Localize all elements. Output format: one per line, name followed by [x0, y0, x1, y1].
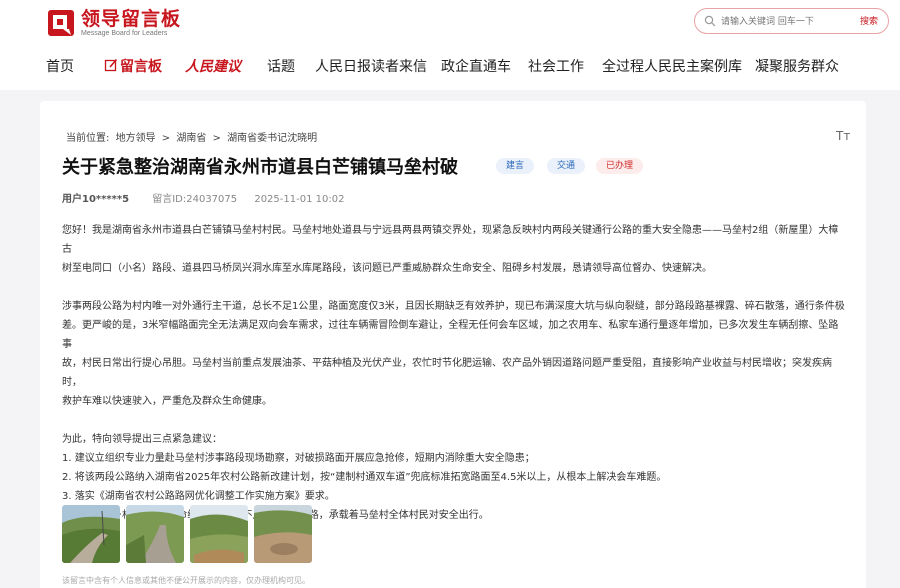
- breadcrumb-separator: >: [212, 133, 221, 144]
- text-line: 涉事两段公路为村内唯一对外通行主干道，总长不足1公里，路面宽度仅3米，且因长期缺…: [62, 301, 845, 312]
- message-meta: 用户10*****5 留言ID:24037075 2025-11-01 10:0…: [62, 190, 344, 205]
- tag-suggestion: 建言: [496, 158, 535, 174]
- breadcrumb-separator: >: [161, 133, 171, 144]
- breadcrumb: 当前位置: 地方领导 > 湖南省 > 湖南省委书记沈晓明: [66, 129, 320, 144]
- search-input[interactable]: [721, 13, 841, 30]
- photo-thumbnail[interactable]: [126, 505, 184, 563]
- nav-item-message-board[interactable]: 留言板: [104, 56, 162, 76]
- site-logo[interactable]: 领导留言板 Message Board for Leaders: [47, 7, 181, 39]
- search-icon: [704, 15, 716, 27]
- photo-thumbnail[interactable]: [254, 505, 312, 563]
- breadcrumb-label: 当前位置:: [66, 133, 110, 144]
- top-header: 领导留言板 Message Board for Leaders 搜索 首页 留言…: [0, 0, 900, 90]
- pen-icon: [104, 58, 118, 72]
- nav-item-gov-enterprise[interactable]: 政企直通车: [441, 56, 511, 76]
- breadcrumb-link-secretary[interactable]: 湖南省委书记沈晓明: [227, 133, 317, 144]
- paragraph: 您好！我是湖南省永州市道县白芒铺镇马垒村村民。马垒村地处道县与宁远县两县两镇交界…: [62, 221, 847, 278]
- text-line: 2. 将该两段公路纳入湖南省2025年农村公路新改建计划，按“建制村通双车道”兜…: [62, 472, 667, 483]
- text-line: 故，村民日常出行提心吊胆。马垒村当前重点发展油茶、平菇种植及光伏产业，农忙时节化…: [62, 358, 832, 388]
- road-photo-2: [126, 505, 184, 563]
- search-box: 搜索: [694, 8, 889, 34]
- text-line: 救护车难以快速驶入，严重危及群众生命健康。: [62, 396, 272, 407]
- status-badge: 已办理: [596, 158, 644, 174]
- nav-item-social-work[interactable]: 社会工作: [528, 56, 584, 76]
- logo-mark-icon: [48, 10, 74, 36]
- text-line: 为此，特向领导提出三点紧急建议：: [62, 434, 222, 445]
- text-line: 1. 建议立组织专业力量赴马垒村涉事路段现场勘察，对破损路面开展应急抢修，短期内…: [62, 453, 535, 464]
- main-nav: 首页 留言板 人民建议 话题 人民日报读者来信 政企直通车 社会工作 全过程人民…: [0, 52, 900, 78]
- road-photo-4: [254, 505, 312, 563]
- nav-item-readers-letters[interactable]: 人民日报读者来信: [315, 56, 427, 76]
- breadcrumb-link-hunan[interactable]: 湖南省: [176, 133, 206, 144]
- message-id: 留言ID:24037075: [152, 194, 238, 205]
- nav-item-democracy-cases[interactable]: 全过程人民民主案例库: [602, 56, 742, 76]
- search-button[interactable]: 搜索: [860, 14, 878, 27]
- text-line: 树至电同口（小名）路段、道县四马桥凤兴洞水库至水库尾路段，该问题已严重威胁群众生…: [62, 263, 712, 274]
- nav-item-label: 留言板: [120, 59, 162, 75]
- photo-thumbnail[interactable]: [62, 505, 120, 563]
- user-name: 用户10*****5: [62, 194, 130, 205]
- photo-thumbnail[interactable]: [190, 505, 248, 563]
- nav-item-serve-masses[interactable]: 凝聚服务群众: [755, 56, 839, 76]
- text-line: 差。更严峻的是，3米窄幅路面完全无法满足双向会车需求，过往车辆需冒险倒车避让，全…: [62, 320, 839, 350]
- page-title: 关于紧急整治湖南省永州市道县白芒铺镇马垒村破: [62, 157, 458, 178]
- message-date: 2025-11-01 10:02: [254, 194, 345, 205]
- nav-item-topics[interactable]: 话题: [267, 56, 295, 76]
- privacy-notice: 该留言中含有个人信息或其他不便公开展示的内容，仅办理机构可见。: [62, 576, 310, 585]
- breadcrumb-link-local-leaders[interactable]: 地方领导: [116, 133, 156, 144]
- road-photo-1: [62, 505, 120, 563]
- text-line: 3. 落实《湖南省农村公路路网优化调整工作实施方案》要求。: [62, 491, 335, 502]
- font-size-icon[interactable]: Tт: [836, 129, 850, 143]
- logo-subtitle: Message Board for Leaders: [81, 29, 168, 37]
- message-card: 当前位置: 地方领导 > 湖南省 > 湖南省委书记沈晓明 Tт 关于紧急整治湖南…: [40, 101, 866, 588]
- nav-item-home[interactable]: 首页: [46, 56, 74, 76]
- tag-traffic: 交通: [547, 158, 586, 174]
- text-line: 您好！我是湖南省永州市道县白芒铺镇马垒村村民。马垒村地处道县与宁远县两县两镇交界…: [62, 225, 839, 255]
- logo-title: 领导留言板: [81, 7, 182, 30]
- nav-item-people-suggestions[interactable]: 人民建议: [185, 56, 241, 76]
- paragraph: 涉事两段公路为村内唯一对外通行主干道，总长不足1公里，路面宽度仅3米，且因长期缺…: [62, 297, 847, 411]
- message-body: 您好！我是湖南省永州市道县白芒铺镇马垒村村民。马垒村地处道县与宁远县两县两镇交界…: [62, 221, 847, 544]
- road-photo-3: [190, 505, 248, 563]
